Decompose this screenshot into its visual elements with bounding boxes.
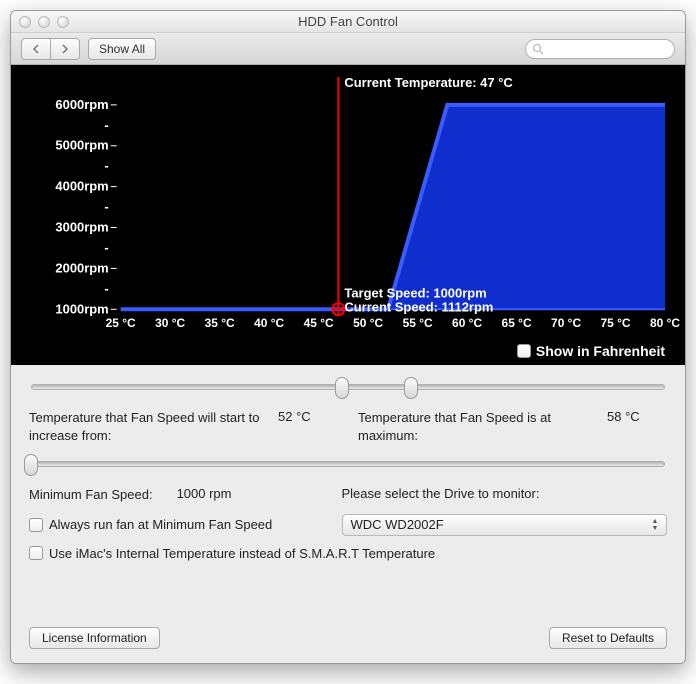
ramp-max-thumb[interactable]	[404, 377, 418, 399]
forward-button[interactable]	[51, 38, 80, 60]
svg-text:Target Speed: 1000rpm: Target Speed: 1000rpm	[344, 285, 486, 300]
window-title: HDD Fan Control	[11, 14, 685, 29]
zoom-dot[interactable]	[57, 16, 69, 28]
temp-range-slider[interactable]	[31, 377, 665, 399]
svg-text:-: -	[104, 281, 108, 296]
svg-text:80 °C: 80 °C	[650, 316, 680, 330]
drive-select[interactable]: WDC WD2002F ▲▼	[342, 514, 668, 536]
svg-text:Current Speed: 1112rpm: Current Speed: 1112rpm	[344, 299, 493, 314]
min-speed-label: Minimum Fan Speed:	[29, 486, 153, 504]
ramp-max-label: Temperature that Fan Speed is at maximum…	[358, 409, 599, 444]
license-button[interactable]: License Information	[29, 627, 160, 649]
reset-button[interactable]: Reset to Defaults	[549, 627, 667, 649]
svg-text:70 °C: 70 °C	[551, 316, 581, 330]
bottom-bar: License Information Reset to Defaults	[29, 627, 667, 649]
svg-text:-: -	[104, 199, 108, 214]
svg-text:2000rpm: 2000rpm	[55, 260, 108, 275]
always-min-checkbox[interactable]: Always run fan at Minimum Fan Speed	[29, 517, 324, 532]
updown-icon: ▲▼	[648, 517, 662, 533]
svg-text:30 °C: 30 °C	[155, 316, 185, 330]
search-icon	[532, 43, 544, 55]
traffic-lights	[11, 16, 69, 28]
drive-select-label: Please select the Drive to monitor:	[342, 486, 668, 501]
toolbar: Show All	[11, 33, 685, 65]
ramp-max-value: 58 °C	[607, 409, 667, 444]
svg-text:50 °C: 50 °C	[353, 316, 383, 330]
chart-panel: 1000rpm - 2000rpm - 3000rpm - 4000rpm - 5000rpm -…	[11, 65, 685, 365]
svg-text:4000rpm: 4000rpm	[55, 179, 108, 194]
svg-text:3000rpm: 3000rpm	[55, 220, 108, 235]
show-all-button[interactable]: Show All	[88, 38, 156, 60]
fahrenheit-label: Show in Fahrenheit	[536, 343, 665, 359]
use-internal-label: Use iMac's Internal Temperature instead …	[49, 546, 435, 561]
min-speed-thumb[interactable]	[24, 454, 38, 476]
settings-panel: Temperature that Fan Speed will start to…	[11, 365, 685, 663]
svg-text:25 °C: 25 °C	[106, 316, 136, 330]
slider-track	[31, 461, 665, 467]
search-input[interactable]	[548, 42, 668, 56]
use-internal-checkbox[interactable]: Use iMac's Internal Temperature instead …	[29, 546, 667, 561]
back-button[interactable]	[21, 38, 51, 60]
svg-text:5000rpm: 5000rpm	[55, 138, 108, 153]
checkbox-icon	[29, 518, 43, 532]
min-speed-slider[interactable]	[31, 454, 665, 476]
svg-text:55 °C: 55 °C	[403, 316, 433, 330]
titlebar: HDD Fan Control	[11, 11, 685, 33]
svg-text:1000rpm: 1000rpm	[55, 301, 108, 316]
chevron-left-icon	[32, 44, 40, 54]
ramp-start-value: 52 °C	[278, 409, 338, 444]
ramp-start-label: Temperature that Fan Speed will start to…	[29, 409, 270, 444]
fahrenheit-toggle[interactable]: Show in Fahrenheit	[517, 343, 665, 359]
svg-text:45 °C: 45 °C	[304, 316, 334, 330]
nav-group	[21, 38, 80, 60]
svg-text:-: -	[104, 117, 108, 132]
svg-text:-: -	[104, 240, 108, 255]
chevron-right-icon	[61, 44, 69, 54]
drive-selected-value: WDC WD2002F	[351, 517, 444, 532]
fan-curve-chart: 1000rpm - 2000rpm - 3000rpm - 4000rpm - 5000rpm -…	[11, 65, 685, 364]
svg-text:-: -	[104, 158, 108, 173]
svg-text:60 °C: 60 °C	[452, 316, 482, 330]
ramp-start-thumb[interactable]	[335, 377, 349, 399]
svg-text:65 °C: 65 °C	[502, 316, 532, 330]
svg-text:Current Temperature: 47 °C: Current Temperature: 47 °C	[344, 75, 512, 90]
svg-text:75 °C: 75 °C	[601, 316, 631, 330]
checkbox-icon	[29, 546, 43, 560]
svg-text:6000rpm: 6000rpm	[55, 97, 108, 112]
min-speed-value: 1000 rpm	[177, 486, 232, 504]
temp-range-labels: Temperature that Fan Speed will start to…	[29, 409, 667, 444]
close-dot[interactable]	[19, 16, 31, 28]
svg-text:40 °C: 40 °C	[254, 316, 284, 330]
checkbox-icon	[517, 344, 531, 358]
svg-text:35 °C: 35 °C	[205, 316, 235, 330]
search-field[interactable]	[525, 39, 675, 59]
always-min-label: Always run fan at Minimum Fan Speed	[49, 517, 272, 532]
app-window: HDD Fan Control Show All 1000rpm - 2000rpm…	[10, 10, 686, 664]
minimize-dot[interactable]	[38, 16, 50, 28]
